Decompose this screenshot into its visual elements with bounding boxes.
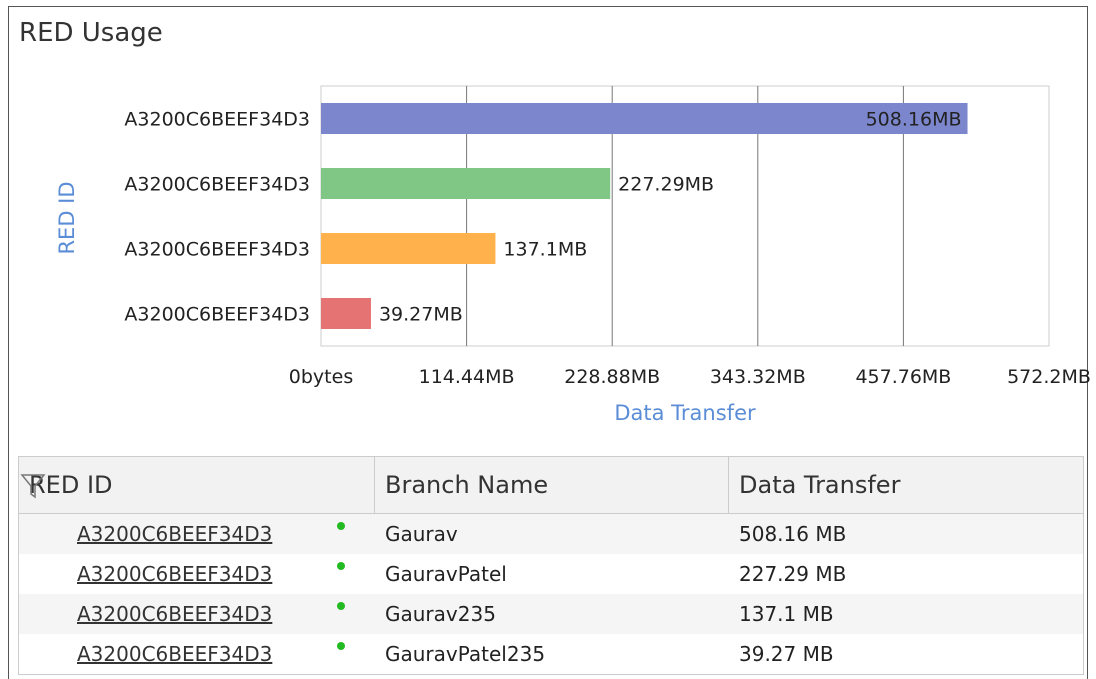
column-header-branch-name[interactable]: Branch Name [375,457,729,513]
cell-data-transfer: 508.16 MB [729,514,1083,554]
column-header-data-transfer[interactable]: Data Transfer [729,457,1083,513]
data-label: 137.1MB [503,239,587,261]
branch-name-text: Gaurav235 [385,602,496,626]
table-row: A3200C6BEEF34D3 GauravPatel235 39.27 MB [19,634,1083,674]
x-tick-label: 228.88MB [564,366,660,388]
table-row: A3200C6BEEF34D3 Gaurav 508.16 MB [19,514,1083,554]
column-header-red-id[interactable]: RED ID [19,457,375,513]
column-header-label: Branch Name [385,471,549,499]
red-id-link[interactable]: A3200C6BEEF34D3 [77,562,272,586]
x-tick-label: 0bytes [289,366,353,388]
cell-red-id: A3200C6BEEF34D3 [19,514,375,554]
table-row: A3200C6BEEF34D3 GauravPatel 227.29 MB [19,554,1083,594]
cell-branch-name: GauravPatel [375,554,729,594]
red-usage-chart: 0bytes 114.44MB 228.88MB 343.32MB 457.76MB 57… [55,85,1091,425]
cell-red-id: A3200C6BEEF34D3 [19,634,375,674]
category-label: A3200C6BEEF34D3 [124,304,310,326]
data-transfer-text: 227.29 MB [739,562,847,586]
branch-name-text: GauravPatel [385,562,507,586]
data-label: 508.16MB [866,109,962,131]
data-transfer-text: 39.27 MB [739,642,834,666]
x-tick-label: 572.2MB [1007,366,1091,388]
x-tick-label: 114.44MB [419,366,515,388]
table-header: RED ID Branch Name Data Transfer [19,457,1083,514]
cell-branch-name: Gaurav [375,514,729,554]
status-online-icon [337,602,345,610]
red-id-link[interactable]: A3200C6BEEF34D3 [77,642,272,666]
cell-branch-name: Gaurav235 [375,594,729,634]
data-label: 39.27MB [379,304,463,326]
category-label: A3200C6BEEF34D3 [124,174,310,196]
filter-icon[interactable] [19,471,47,499]
category-label: A3200C6BEEF34D3 [124,109,310,131]
red-id-link[interactable]: A3200C6BEEF34D3 [77,602,272,626]
data-transfer-text: 508.16 MB [739,522,847,546]
status-online-icon [337,562,345,570]
cell-data-transfer: 137.1 MB [729,594,1083,634]
status-online-icon [337,522,345,530]
table-row: A3200C6BEEF34D3 Gaurav235 137.1 MB [19,594,1083,634]
x-tick-label: 343.32MB [710,366,806,388]
cell-branch-name: GauravPatel235 [375,634,729,674]
category-label: A3200C6BEEF34D3 [124,239,310,261]
cell-data-transfer: 39.27 MB [729,634,1083,674]
table-body: A3200C6BEEF34D3 Gaurav 508.16 MB A3200C6BEE… [19,514,1083,674]
red-usage-table: RED ID Branch Name Data Transfer A3200C6… [18,456,1084,675]
data-label: 227.29MB [618,174,714,196]
branch-name-text: Gaurav [385,522,458,546]
cell-red-id: A3200C6BEEF34D3 [19,554,375,594]
bar[interactable] [321,298,371,329]
data-transfer-text: 137.1 MB [739,602,834,626]
cell-data-transfer: 227.29 MB [729,554,1083,594]
red-id-link[interactable]: A3200C6BEEF34D3 [77,522,272,546]
y-axis-title: RED ID [55,181,79,254]
x-axis-title: Data Transfer [614,401,756,425]
x-tick-label: 457.76MB [855,366,951,388]
status-online-icon [337,642,345,650]
column-header-label: Data Transfer [739,471,901,499]
branch-name-text: GauravPatel235 [385,642,546,666]
cell-red-id: A3200C6BEEF34D3 [19,594,375,634]
bar[interactable] [321,168,611,199]
bar[interactable] [321,233,496,264]
